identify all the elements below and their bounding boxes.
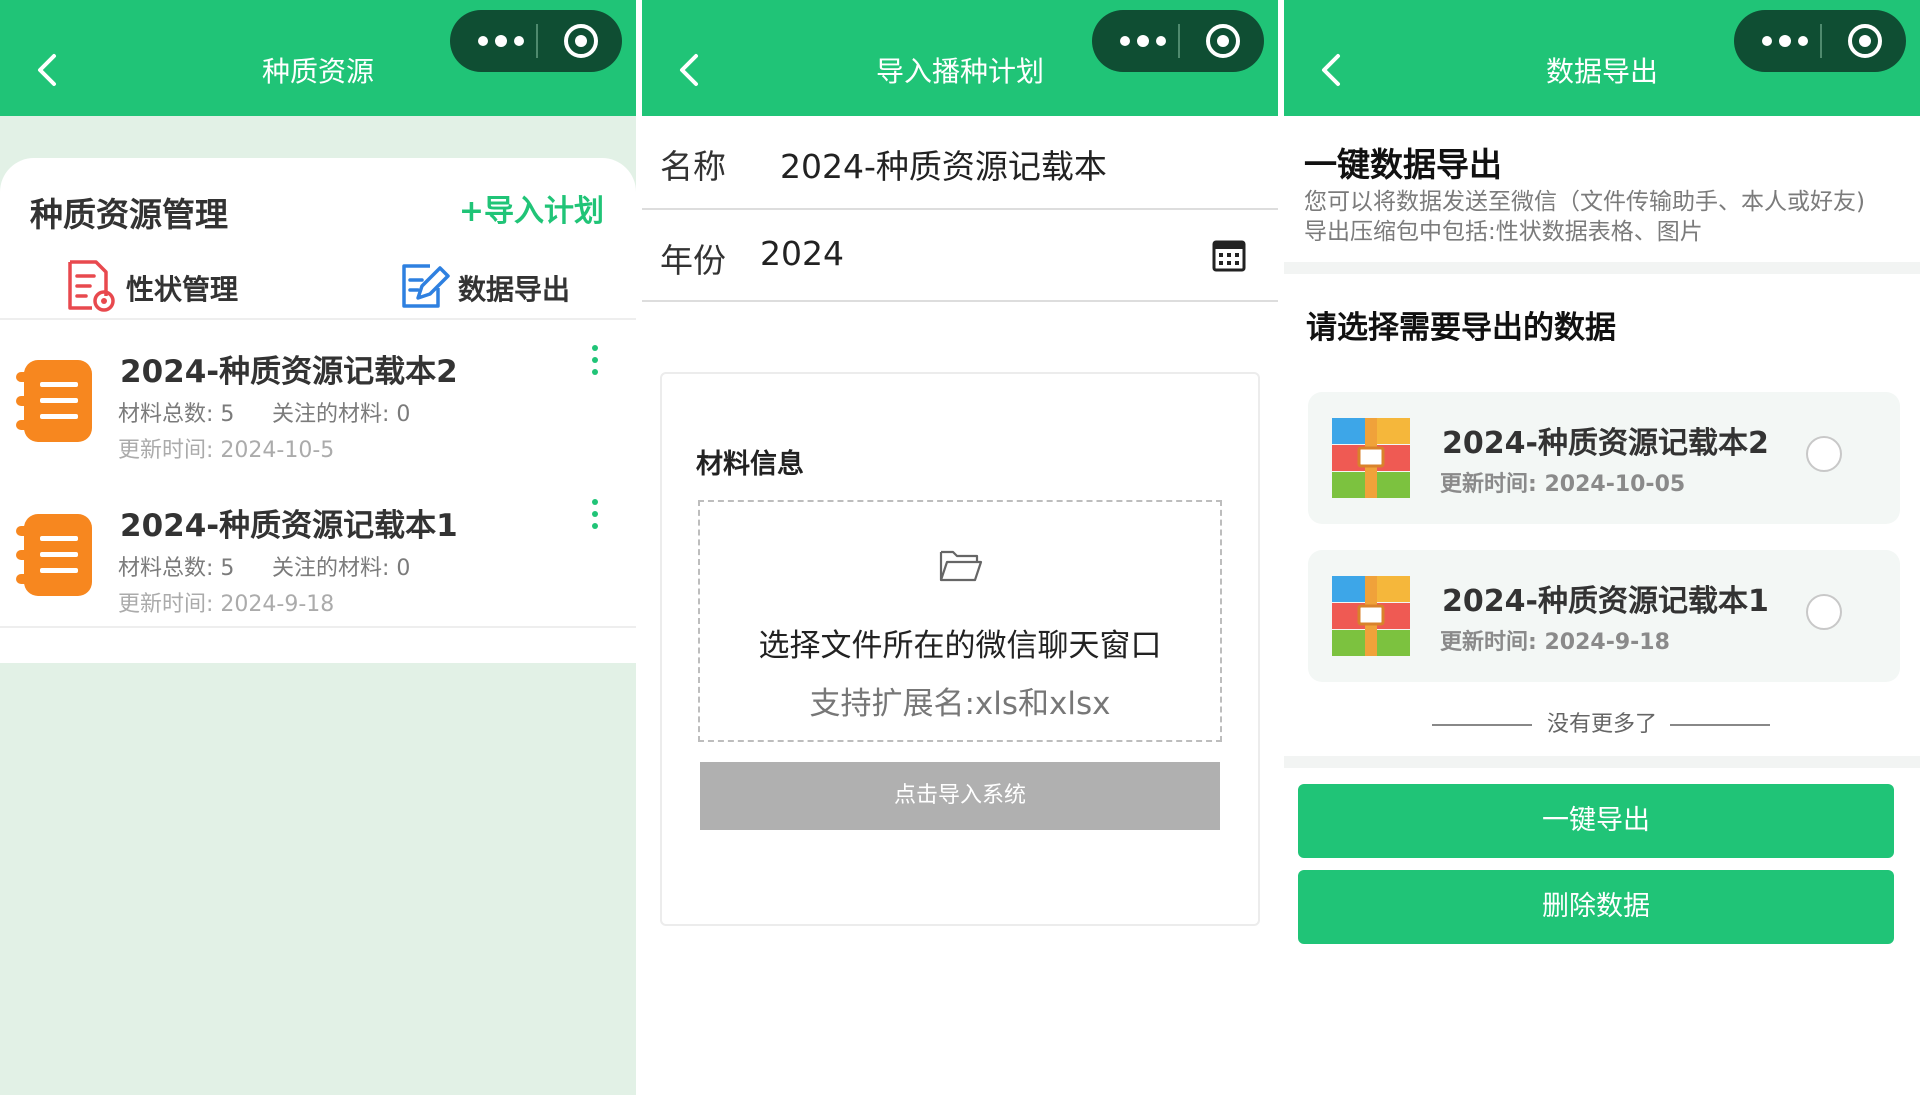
notebook-title: 2024-种质资源记载本2 bbox=[120, 354, 458, 390]
select-radio[interactable] bbox=[1806, 436, 1842, 472]
more-dots-icon[interactable] bbox=[1110, 16, 1176, 66]
update-time: 更新时间: 2024-10-5 bbox=[118, 438, 335, 463]
calendar-icon[interactable] bbox=[1212, 238, 1246, 272]
dropzone-hint: 支持扩展名:xls和xlsx bbox=[809, 686, 1111, 722]
more-dots-icon[interactable] bbox=[1752, 16, 1818, 66]
notebook-item[interactable]: 2024-种质资源记载本2 材料总数: 5 关注的材料: 0 更新时间: 202… bbox=[0, 320, 636, 470]
export-heading: 一键数据导出 bbox=[1304, 145, 1502, 184]
divider-line bbox=[1670, 724, 1770, 726]
divider bbox=[0, 626, 636, 628]
trait-document-icon bbox=[68, 260, 115, 312]
export-description: 您可以将数据发送至微信（文件传输助手、本人或好友) bbox=[1304, 189, 1865, 215]
section-gap bbox=[1284, 262, 1920, 274]
target-icon[interactable] bbox=[1198, 16, 1248, 66]
notebook-item[interactable]: 2024-种质资源记载本1 材料总数: 5 关注的材料: 0 更新时间: 202… bbox=[0, 474, 636, 624]
dropzone-instruction: 选择文件所在的微信聊天窗口 bbox=[758, 628, 1162, 664]
target-icon[interactable] bbox=[556, 16, 606, 66]
section-heading: 种质资源管理 bbox=[30, 195, 228, 234]
focused-materials: 关注的材料: 0 bbox=[272, 402, 411, 427]
one-click-export-button[interactable]: 一键导出 bbox=[1298, 784, 1894, 858]
export-item-title: 2024-种质资源记载本1 bbox=[1442, 584, 1769, 619]
capsule-divider bbox=[1178, 24, 1180, 58]
more-dots-icon[interactable] bbox=[468, 16, 534, 66]
nav-bar: 导入播种计划 bbox=[642, 0, 1278, 116]
mini-program-capsule bbox=[1734, 10, 1906, 72]
more-vertical-icon[interactable] bbox=[588, 496, 602, 532]
name-label: 名称 bbox=[660, 147, 726, 186]
select-data-heading: 请选择需要导出的数据 bbox=[1306, 310, 1616, 346]
export-item[interactable]: 2024-种质资源记载本2 更新时间: 2024-10-05 bbox=[1308, 392, 1900, 524]
target-icon[interactable] bbox=[1840, 16, 1890, 66]
capsule-divider bbox=[536, 24, 538, 58]
material-total: 材料总数: 5 bbox=[118, 402, 235, 427]
update-time: 更新时间: 2024-9-18 bbox=[118, 592, 335, 617]
section-gap bbox=[1284, 756, 1920, 768]
export-item-time: 更新时间: 2024-9-18 bbox=[1440, 630, 1670, 655]
import-sowing-plan-screen: 导入播种计划 名称 2024-种质资源记载本 年份 2024 材料信息 选择文件… bbox=[642, 0, 1278, 1095]
edit-export-icon bbox=[402, 264, 450, 308]
notebook-title: 2024-种质资源记载本1 bbox=[120, 508, 458, 544]
germplasm-resources-screen: 种质资源 种质资源管理 +导入计划 性状管理 数据导出 2024-种质资源记载本… bbox=[0, 0, 636, 1095]
mini-program-capsule bbox=[450, 10, 622, 72]
notebook-icon bbox=[16, 514, 92, 596]
focused-materials: 关注的材料: 0 bbox=[272, 556, 411, 581]
no-more-text: 没有更多了 bbox=[1546, 712, 1657, 737]
file-dropzone[interactable]: 选择文件所在的微信聊天窗口 支持扩展名:xls和xlsx bbox=[698, 500, 1222, 742]
resource-management-card: 种质资源管理 +导入计划 性状管理 数据导出 2024-种质资源记载本2 材料总… bbox=[0, 158, 636, 663]
more-vertical-icon[interactable] bbox=[588, 342, 602, 378]
data-export-label: 数据导出 bbox=[458, 273, 571, 306]
year-field-row: 年份 2024 bbox=[642, 210, 1278, 302]
card-title: 材料信息 bbox=[696, 449, 804, 480]
import-plan-link[interactable]: +导入计划 bbox=[459, 186, 604, 230]
material-total: 材料总数: 5 bbox=[118, 556, 235, 581]
notebook-icon bbox=[16, 360, 92, 442]
select-radio[interactable] bbox=[1806, 594, 1842, 630]
nav-bar: 种质资源 bbox=[0, 0, 636, 116]
name-input[interactable]: 2024-种质资源记载本 bbox=[780, 140, 1107, 188]
export-item[interactable]: 2024-种质资源记载本1 更新时间: 2024-9-18 bbox=[1308, 550, 1900, 682]
export-contents-note: 导出压缩包中包括:性状数据表格、图片 bbox=[1304, 219, 1703, 245]
mini-program-capsule bbox=[1092, 10, 1264, 72]
zip-archive-icon bbox=[1332, 576, 1410, 656]
year-label: 年份 bbox=[660, 241, 726, 280]
material-info-card: 材料信息 选择文件所在的微信聊天窗口 支持扩展名:xls和xlsx 点击导入系统 bbox=[660, 372, 1260, 926]
export-item-time: 更新时间: 2024-10-05 bbox=[1440, 472, 1686, 497]
capsule-divider bbox=[1820, 24, 1822, 58]
name-field-row: 名称 2024-种质资源记载本 bbox=[642, 116, 1278, 208]
import-system-button[interactable]: 点击导入系统 bbox=[700, 762, 1220, 830]
delete-data-button[interactable]: 删除数据 bbox=[1298, 870, 1894, 944]
divider bbox=[642, 300, 1278, 302]
nav-bar: 数据导出 bbox=[1284, 0, 1920, 116]
year-input[interactable]: 2024 bbox=[760, 234, 844, 273]
zip-archive-icon bbox=[1332, 418, 1410, 498]
data-export-screen: 数据导出 一键数据导出 您可以将数据发送至微信（文件传输助手、本人或好友) 导出… bbox=[1284, 0, 1920, 1095]
trait-management-label: 性状管理 bbox=[126, 273, 239, 306]
folder-open-icon bbox=[939, 550, 983, 582]
export-item-title: 2024-种质资源记载本2 bbox=[1442, 426, 1769, 461]
